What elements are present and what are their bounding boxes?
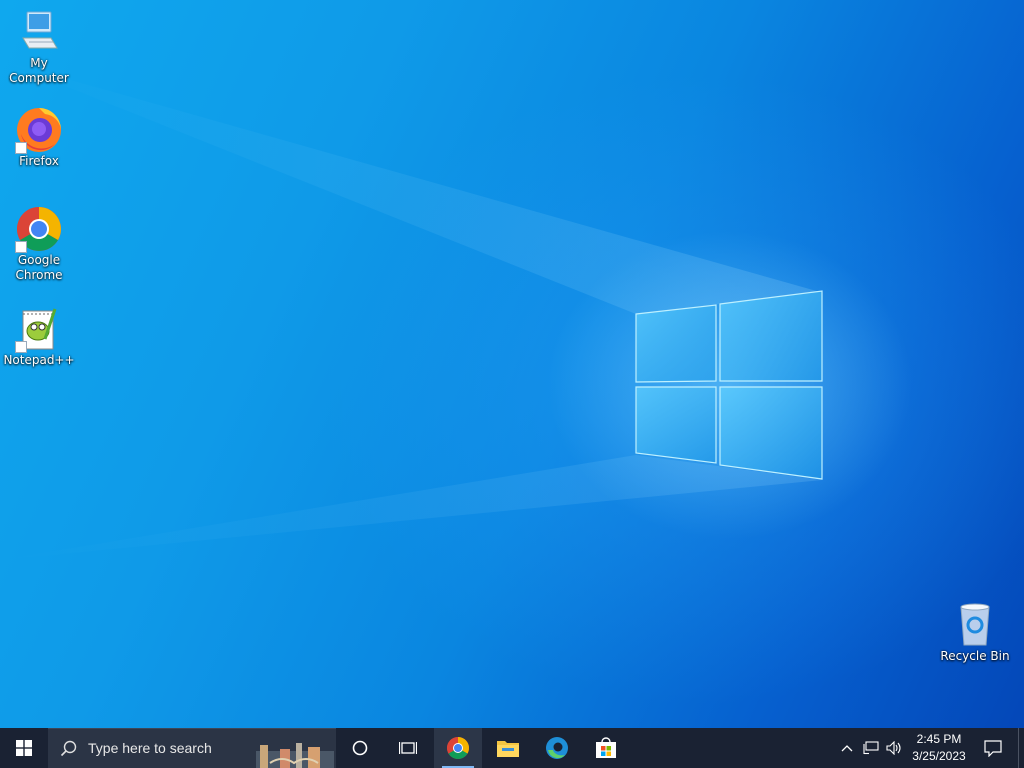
desktop-icon-firefox[interactable]: Firefox (0, 106, 78, 169)
taskbar-chrome[interactable] (434, 728, 482, 768)
notepadpp-icon (15, 305, 63, 353)
recycle-bin-icon (951, 601, 999, 649)
network-button[interactable] (860, 728, 882, 768)
clock[interactable]: 2:45 PM 3/25/2023 (906, 731, 972, 765)
folder-icon (497, 741, 519, 757)
notification-icon (984, 740, 1002, 757)
chrome-icon (15, 205, 63, 253)
chrome-icon (447, 737, 469, 759)
cortana-button[interactable] (336, 728, 384, 768)
clock-time: 2:45 PM (916, 732, 962, 746)
label-line-1: Google (17, 253, 61, 267)
desktop-icon-label: Firefox (19, 154, 59, 168)
taskbar-store[interactable] (582, 728, 630, 768)
taskbar: Type here to search 2:45 PM 3/25/2023 (0, 728, 1024, 768)
desktop-icon-label: Recycle Bin (940, 649, 1010, 663)
search-icon (60, 740, 77, 757)
task-view-icon (399, 742, 417, 754)
clock-date: 3/25/2023 (912, 749, 966, 763)
desktop-icon-recycle-bin[interactable]: Recycle Bin (936, 601, 1014, 664)
desktop-icon-notepadpp[interactable]: Notepad++ (0, 305, 78, 368)
shortcut-arrow-icon (15, 241, 27, 253)
computer-icon (15, 8, 63, 56)
edge-icon (546, 737, 568, 759)
search-box[interactable]: Type here to search (48, 728, 336, 768)
show-hidden-icons-button[interactable] (836, 728, 858, 768)
desktop-icon-label: Google Chrome (0, 253, 78, 283)
desktop-icon-my-computer[interactable]: My Computer (0, 8, 78, 86)
desktop-icon-google-chrome[interactable]: Google Chrome (0, 205, 78, 283)
action-center-button[interactable] (976, 728, 1010, 768)
desktop[interactable]: My Computer Firefox Google Chrome Notepa… (0, 0, 1024, 728)
firefox-icon (15, 106, 63, 154)
chevron-up-icon (841, 745, 853, 752)
store-icon (596, 737, 616, 758)
volume-button[interactable] (883, 728, 905, 768)
show-desktop-button[interactable] (1018, 728, 1024, 768)
taskbar-file-explorer[interactable] (484, 728, 532, 768)
shortcut-arrow-icon (15, 341, 27, 353)
network-icon (863, 741, 879, 755)
volume-icon (886, 741, 901, 755)
wallpaper-windows-logo (0, 60, 823, 560)
start-button[interactable] (0, 728, 48, 768)
desktop-icon-label: Notepad++ (3, 353, 75, 367)
shortcut-arrow-icon (15, 142, 27, 154)
search-placeholder: Type here to search (88, 740, 212, 756)
cortana-circle-icon (352, 740, 368, 756)
windows-logo-icon (16, 740, 32, 756)
taskbar-edge[interactable] (533, 728, 581, 768)
label-line-2: Chrome (15, 268, 63, 282)
task-view-button[interactable] (384, 728, 432, 768)
desktop-icon-label: My Computer (9, 56, 69, 85)
search-highlight-image-icon (256, 743, 334, 768)
